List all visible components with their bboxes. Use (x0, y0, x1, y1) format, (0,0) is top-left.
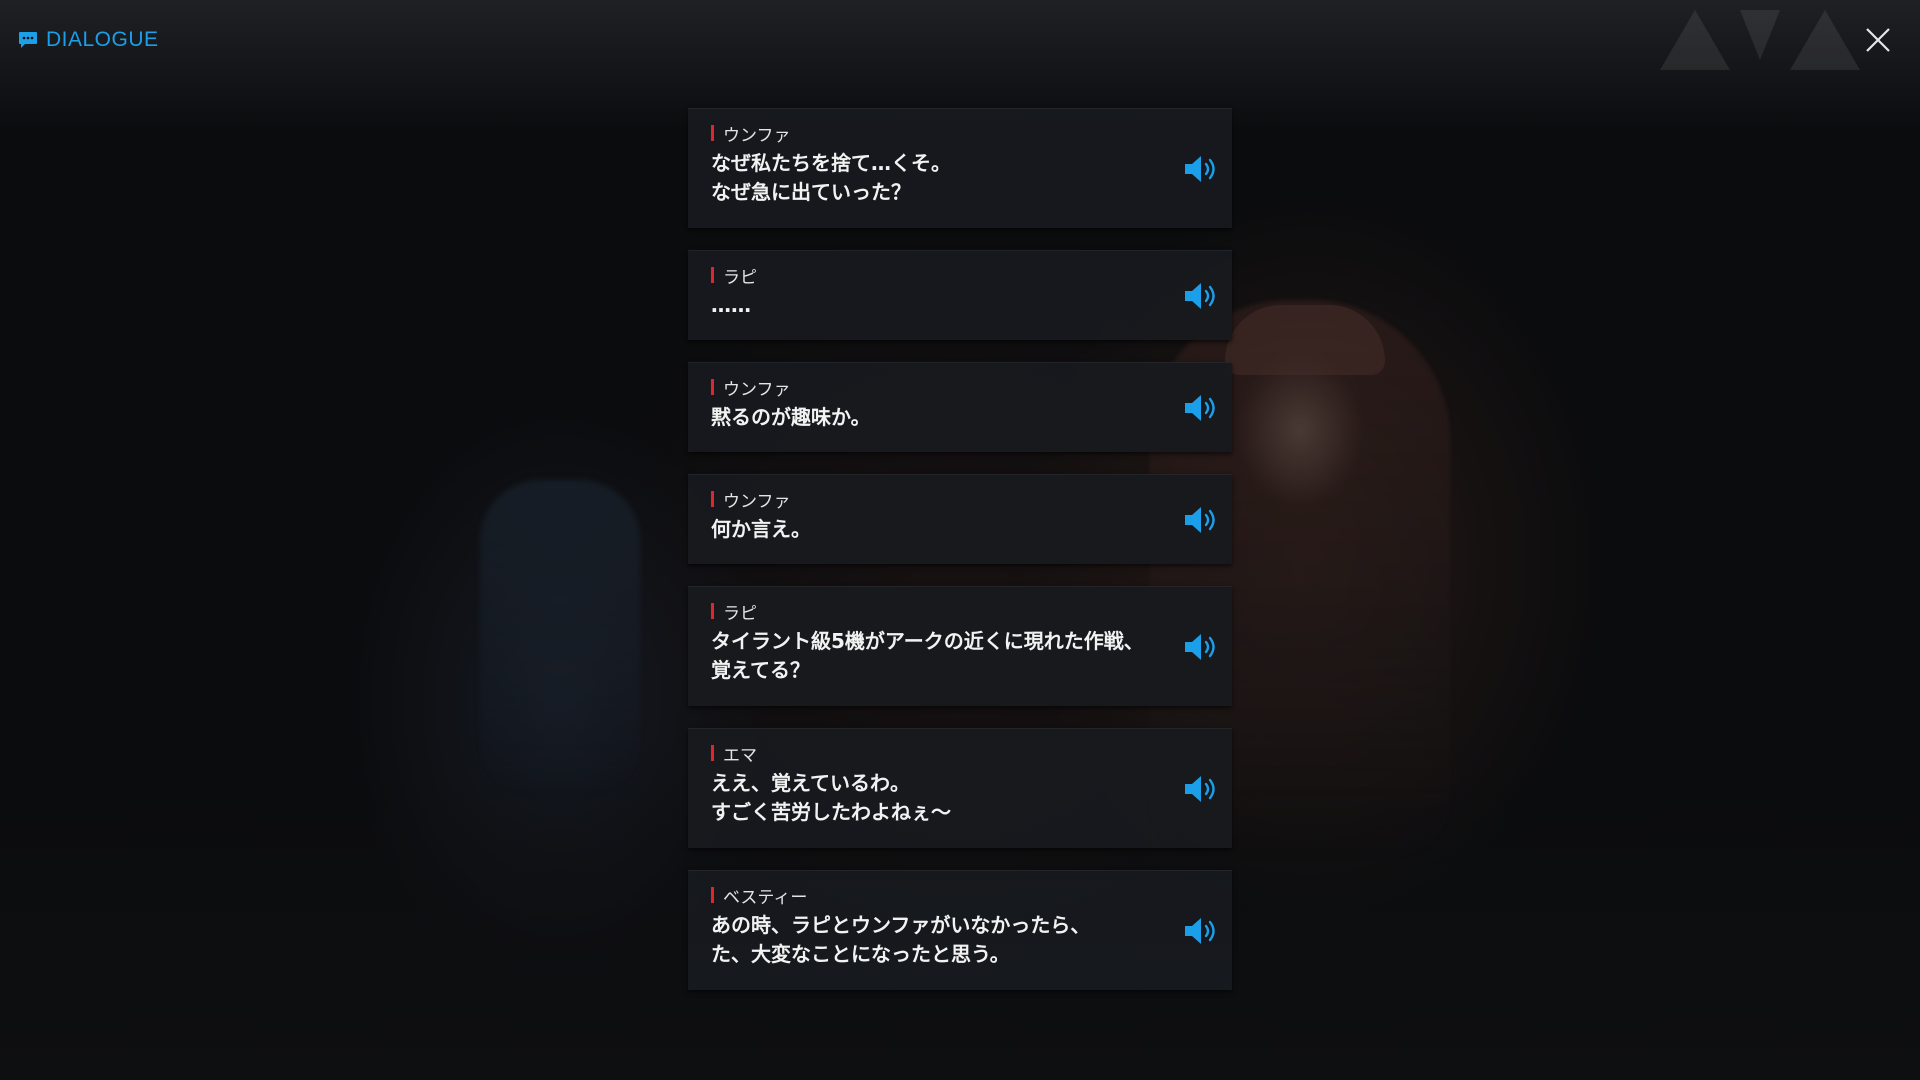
speaker-marker (711, 603, 714, 619)
speaker-name: ウンファ (723, 491, 791, 512)
dialogue-entry: ラピ タイラント級5機がアークの近くに現れた作戦、 覚えてる？ (688, 586, 1232, 706)
dialogue-list[interactable]: ウンファ なぜ私たちを捨て…くそ。 なぜ急に出ていった？ ラピ …… ウンファ … (688, 108, 1232, 1012)
page-title: DIALOGUE (46, 28, 159, 51)
speaker-marker (711, 887, 714, 903)
play-voice-button[interactable] (1182, 773, 1222, 805)
dialogue-entry: ウンファ 何か言え。 (688, 474, 1232, 564)
dialogue-entry: エマ ええ、覚えているわ。 すごく苦労したわよねぇ～ (688, 728, 1232, 848)
speaker-name: エマ (723, 745, 757, 766)
background-figure-left (480, 480, 640, 800)
speaker-marker (711, 379, 714, 395)
play-voice-button[interactable] (1182, 504, 1222, 536)
play-voice-button[interactable] (1182, 280, 1222, 312)
play-voice-button[interactable] (1182, 631, 1222, 663)
speaker-volume-icon (1185, 633, 1215, 660)
close-button[interactable] (1862, 24, 1894, 56)
header: DIALOGUE (18, 28, 159, 52)
dialogue-entry: ラピ …… (688, 250, 1232, 340)
play-voice-button[interactable] (1182, 153, 1222, 185)
speaker-volume-icon (1185, 282, 1215, 309)
dialogue-text: あの時、ラピとウンファがいなかったら、 た、大変なことになったと思う。 (711, 913, 1091, 966)
dialogue-text: 黙るのが趣味か。 (711, 405, 871, 429)
speaker-marker (711, 125, 714, 141)
speaker: エマ (711, 743, 1152, 766)
speaker: ウンファ (711, 489, 1152, 512)
speaker-volume-icon (1185, 506, 1215, 533)
speaker: ラピ (711, 265, 1152, 288)
dialogue-log-screen: DIALOGUE ウンファ なぜ私たちを捨て…くそ。 なぜ急に出ていった？ ラピ… (0, 0, 1920, 1080)
header-decoration (1660, 10, 1860, 70)
speaker-volume-icon (1185, 917, 1215, 944)
speaker: ラピ (711, 601, 1152, 624)
dialogue-entry: ベスティー あの時、ラピとウンファがいなかったら、 た、大変なことになったと思う… (688, 870, 1232, 990)
speaker-volume-icon (1185, 155, 1215, 182)
speaker: ウンファ (711, 377, 1152, 400)
close-icon (1866, 28, 1890, 52)
dialogue-entry: ウンファ 黙るのが趣味か。 (688, 362, 1232, 452)
chat-bubble-icon (18, 31, 38, 49)
dialogue-text: なぜ私たちを捨て…くそ。 なぜ急に出ていった？ (711, 151, 951, 204)
speaker-marker (711, 491, 714, 507)
play-voice-button[interactable] (1182, 915, 1222, 947)
dialogue-text: 何か言え。 (711, 517, 811, 541)
background-character-hat (1225, 305, 1385, 375)
speaker-name: ウンファ (723, 379, 791, 400)
speaker-name: ラピ (723, 603, 757, 624)
speaker-marker (711, 745, 714, 761)
speaker-marker (711, 267, 714, 283)
dialogue-text: …… (711, 293, 751, 317)
speaker: ベスティー (711, 885, 1152, 908)
dialogue-text: ええ、覚えているわ。 すごく苦労したわよねぇ～ (711, 771, 951, 824)
play-voice-button[interactable] (1182, 392, 1222, 424)
speaker-name: ウンファ (723, 125, 791, 146)
dialogue-entry: ウンファ なぜ私たちを捨て…くそ。 なぜ急に出ていった？ (688, 108, 1232, 228)
speaker: ウンファ (711, 123, 1152, 146)
speaker-volume-icon (1185, 394, 1215, 421)
dialogue-text: タイラント級5機がアークの近くに現れた作戦、 覚えてる？ (711, 629, 1144, 682)
speaker-name: ラピ (723, 267, 757, 288)
speaker-name: ベスティー (723, 887, 808, 908)
speaker-volume-icon (1185, 775, 1215, 802)
